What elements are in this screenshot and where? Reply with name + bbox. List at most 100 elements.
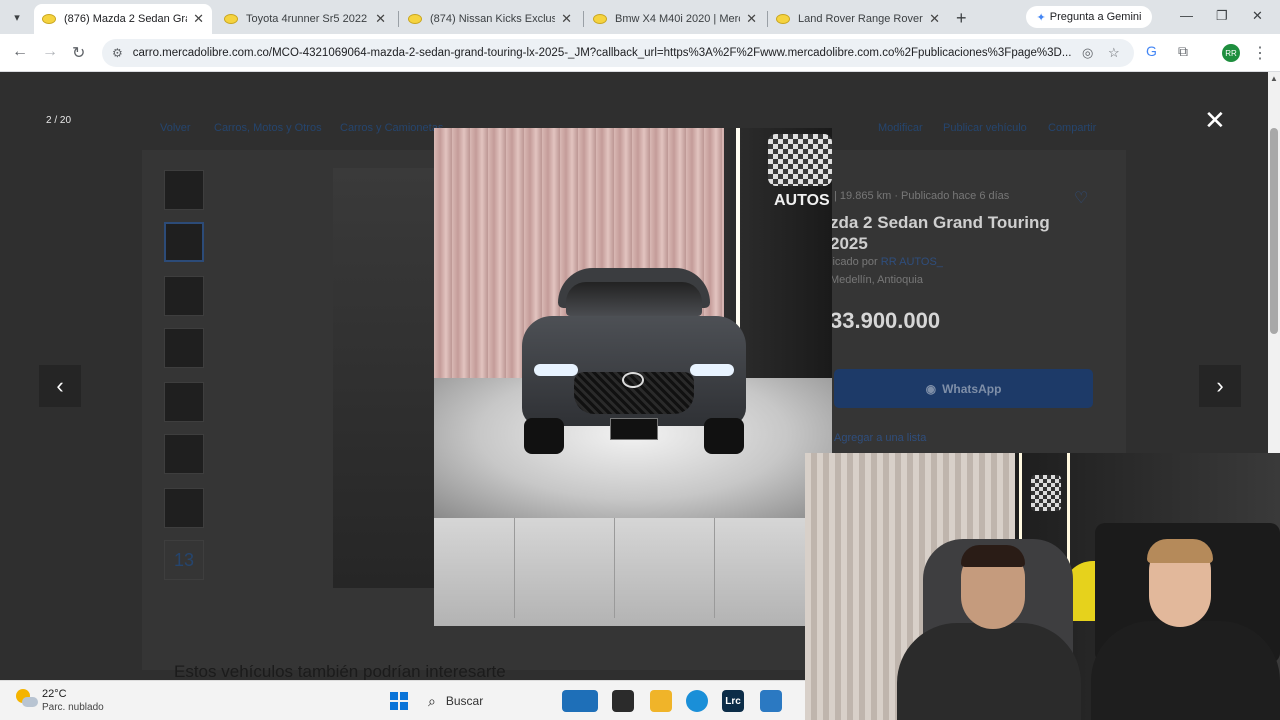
car-wheel-left <box>524 418 564 454</box>
whatsapp-icon: ◉ <box>925 381 937 396</box>
windows-logo-square <box>400 692 408 700</box>
mercadolibre-favicon-icon <box>408 14 422 24</box>
tab-label: Toyota 4runner Sr5 2022 | M <box>246 13 369 25</box>
dealer-checkered-logo <box>768 134 832 186</box>
close-window-icon[interactable]: ✕ <box>1252 8 1263 24</box>
favorite-heart-icon[interactable]: ♡ <box>1074 188 1088 208</box>
lightbox-photo: AUTOS <box>434 128 832 626</box>
gemini-sparkle-icon: ✦ <box>1036 11 1046 24</box>
close-tab-icon[interactable]: ✕ <box>375 11 386 27</box>
listing-title: zda 2 Sedan Grand Touring 2025 <box>830 213 1050 253</box>
km-published-text: | 19.865 km · Publicado hace 6 días <box>834 190 1010 202</box>
translate-icon[interactable]: G <box>1146 43 1157 59</box>
breadcrumb-category-link[interactable]: Carros, Motos y Otros <box>214 122 322 134</box>
webcam-person-left-hair <box>961 545 1025 567</box>
profile-avatar[interactable]: RR <box>1222 44 1240 62</box>
taskbar-search[interactable]: ⌕ Buscar <box>420 687 540 715</box>
windows-start-icon[interactable] <box>390 692 408 710</box>
back-arrow-icon[interactable]: ← <box>12 43 28 61</box>
scrollbar-thumb[interactable] <box>1270 128 1278 334</box>
tab-divider <box>583 11 584 27</box>
tab-toyota[interactable]: Toyota 4runner Sr5 2022 | M ✕ <box>216 4 394 34</box>
thumbnail-5[interactable] <box>164 382 204 422</box>
more-photos-count[interactable]: 13 <box>164 540 204 580</box>
floor-tile-line <box>614 518 615 618</box>
thumbnail-7[interactable] <box>164 488 204 528</box>
lightroom-label: Lrc <box>725 695 741 707</box>
address-bar[interactable]: ⚙ carro.mercadolibre.com.co/MCO-43210690… <box>102 39 1134 67</box>
price-text: 33.900.000 <box>830 308 941 333</box>
tab-label: (876) Mazda 2 Sedan Grand <box>64 13 187 25</box>
minimize-icon[interactable]: — <box>1180 8 1193 23</box>
previous-photo-arrow-icon[interactable]: ‹ <box>39 365 81 407</box>
windows-logo-square <box>390 702 398 710</box>
thumbnail-3[interactable] <box>164 276 204 316</box>
browser-toolbar: ← → ↻ ⚙ carro.mercadolibre.com.co/MCO-43… <box>0 34 1280 72</box>
lightroom-icon[interactable]: Lrc <box>722 690 744 712</box>
edge-browser-icon[interactable] <box>686 690 708 712</box>
gemini-label: Pregunta a Gemini <box>1049 11 1142 23</box>
close-lightbox-icon[interactable]: ✕ <box>1204 107 1226 133</box>
mercadolibre-favicon-icon <box>42 14 56 24</box>
publish-vehicle-link[interactable]: Publicar vehículo <box>943 122 1027 134</box>
tab-mazda[interactable]: (876) Mazda 2 Sedan Grand ✕ <box>34 4 212 34</box>
task-view-icon[interactable] <box>612 690 634 712</box>
forward-arrow-icon[interactable]: → <box>42 43 58 61</box>
floor-tile-line <box>714 518 715 618</box>
main-photo-background <box>333 168 435 588</box>
location-text: Medellín, Antioquia <box>830 274 923 286</box>
thumbnail-4[interactable] <box>164 328 204 368</box>
scroll-up-arrow-icon[interactable]: ▲ <box>1270 74 1278 83</box>
dealer-logo-text: AUTOS <box>774 192 830 209</box>
breadcrumb-back-link[interactable]: Volver <box>160 122 191 134</box>
search-icon: ⌕ <box>428 692 436 709</box>
add-to-list-link[interactable]: Agregar a una lista <box>834 432 926 444</box>
store-icon[interactable] <box>760 690 782 712</box>
webcam-person-right-hair <box>1147 539 1213 563</box>
tab-strip: ▾ (876) Mazda 2 Sedan Grand ✕ Toyota 4ru… <box>0 0 1280 34</box>
whatsapp-button[interactable]: ◉ WhatsApp <box>834 369 1093 408</box>
weather-condition[interactable]: Parc. nublado <box>42 702 104 713</box>
tab-label: Bmw X4 M40i 2020 | Mercad <box>615 13 740 25</box>
new-tab-plus-icon[interactable]: + <box>956 8 967 29</box>
share-link[interactable]: Compartir <box>1048 122 1096 134</box>
weather-cloud <box>22 697 38 707</box>
close-tab-icon[interactable]: ✕ <box>746 11 757 27</box>
close-tab-icon[interactable]: ✕ <box>561 11 572 27</box>
tab-search-icon[interactable]: ▾ <box>6 6 28 28</box>
photo-tile-floor <box>434 518 832 626</box>
car-plate <box>610 418 658 440</box>
webcam-person-right-body <box>1091 621 1280 720</box>
tab-land-rover[interactable]: Land Rover Range Rover Vo ✕ <box>768 4 948 34</box>
gemini-button[interactable]: ✦ Pregunta a Gemini <box>1026 6 1152 28</box>
close-tab-icon[interactable]: ✕ <box>929 11 940 27</box>
search-placeholder: Buscar <box>445 694 484 708</box>
extensions-puzzle-icon[interactable]: ⧉ <box>1178 43 1188 60</box>
lens-icon[interactable]: ◎ <box>1082 45 1093 61</box>
bookmark-star-icon[interactable]: ☆ <box>1108 45 1120 61</box>
url-text: carro.mercadolibre.com.co/MCO-4321069064… <box>132 47 1072 59</box>
file-explorer-icon[interactable] <box>650 690 672 712</box>
next-photo-arrow-icon[interactable]: › <box>1199 365 1241 407</box>
breadcrumb-subcategory-link[interactable]: Carros y Camionetas <box>340 122 443 134</box>
thumbnail-2-selected[interactable] <box>164 222 204 262</box>
seller-line: licado por RR AUTOS_ <box>830 256 943 268</box>
weather-cloudy-icon[interactable] <box>16 689 38 709</box>
menu-kebab-icon[interactable]: ⋮ <box>1252 43 1268 63</box>
windows-logo-square <box>390 692 398 700</box>
reload-icon[interactable]: ↻ <box>72 43 85 63</box>
thumbnail-6[interactable] <box>164 434 204 474</box>
site-info-icon[interactable]: ⚙ <box>112 46 123 60</box>
tab-nissan[interactable]: (874) Nissan Kicks Exclusive ✕ <box>400 4 580 34</box>
tab-bmw[interactable]: Bmw X4 M40i 2020 | Mercad ✕ <box>585 4 765 34</box>
mercadolibre-favicon-icon <box>776 14 790 24</box>
seller-name-link[interactable]: RR AUTOS_ <box>881 256 943 268</box>
suggestions-heading: Estos vehículos también podrían interesa… <box>174 662 506 680</box>
thumbnail-1[interactable] <box>164 170 204 210</box>
modify-link[interactable]: Modificar <box>878 122 923 134</box>
tab-divider <box>398 11 399 27</box>
close-tab-icon[interactable]: ✕ <box>193 11 204 27</box>
jetski-widget-icon[interactable] <box>562 690 598 712</box>
restore-icon[interactable]: ❐ <box>1216 8 1228 24</box>
weather-temperature[interactable]: 22°C <box>42 688 67 700</box>
